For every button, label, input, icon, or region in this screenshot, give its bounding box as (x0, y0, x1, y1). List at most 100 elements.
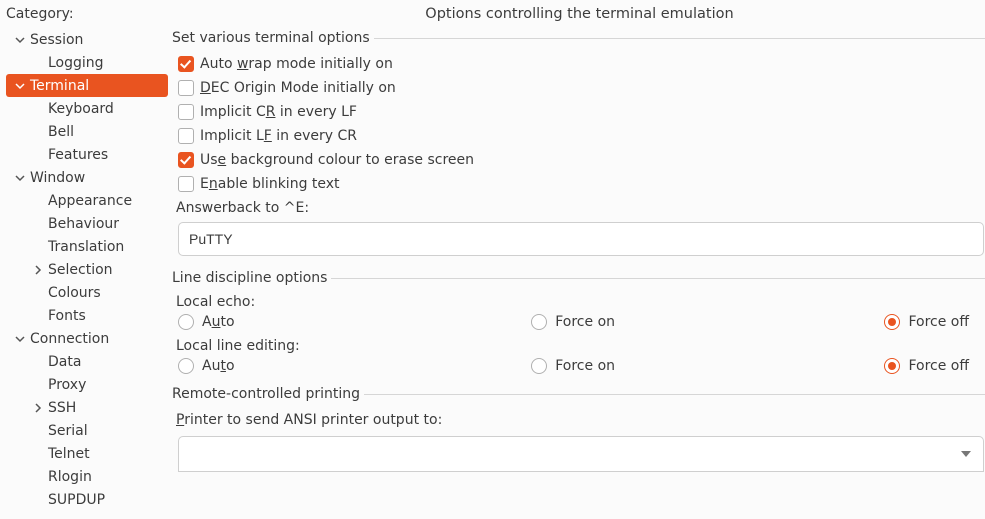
group-terminal-options: Set various terminal options Auto wrap m… (174, 30, 985, 264)
local-line-editing-option[interactable]: Auto (178, 358, 531, 374)
tree-item-label-window: Window (28, 170, 85, 186)
tree-item-appearance[interactable]: Appearance (0, 189, 168, 212)
radio-label: Force on (555, 358, 615, 374)
chevron-right-icon[interactable] (30, 265, 46, 275)
tree-item-keyboard[interactable]: Keyboard (0, 97, 168, 120)
local-echo-option[interactable]: Force off (884, 314, 985, 330)
tree-item-label-telnet: Telnet (46, 446, 90, 462)
radio-label: Auto (202, 358, 235, 374)
tree-item-label-connection: Connection (28, 331, 109, 347)
local-line-editing-radio-group: Auto Force on Force off (174, 356, 985, 380)
answerback-input[interactable] (178, 222, 984, 256)
checkbox[interactable] (178, 128, 194, 144)
group-line-discipline: Line discipline options Local echo: Auto… (174, 270, 985, 380)
checkbox[interactable] (178, 152, 194, 168)
group-line-discipline-legend: Line discipline options (172, 270, 331, 286)
category-tree: Session Logging Terminal Keyboard Bell Featur… (0, 24, 168, 511)
tree-item-label-features: Features (46, 147, 108, 163)
tree-item-session[interactable]: Session (0, 28, 168, 51)
tree-item-label-terminal: Terminal (28, 78, 89, 94)
checkbox-label: Implicit LF in every CR (200, 128, 357, 144)
group-remote-printing-legend: Remote-controlled printing (172, 386, 364, 402)
tree-item-label-data: Data (46, 354, 81, 370)
tree-item-behaviour[interactable]: Behaviour (0, 212, 168, 235)
group-terminal-options-legend: Set various terminal options (172, 30, 374, 46)
tree-item-label-proxy: Proxy (46, 377, 86, 393)
tree-item-window[interactable]: Window (0, 166, 168, 189)
radio-button[interactable] (178, 358, 194, 374)
printer-label: Printer to send ANSI printer output to: (174, 408, 985, 432)
tree-item-fonts[interactable]: Fonts (0, 304, 168, 327)
radio-button[interactable] (884, 314, 900, 330)
tree-item-label-translation: Translation (46, 239, 124, 255)
tree-item-proxy[interactable]: Proxy (0, 373, 168, 396)
panel-title: Options controlling the terminal emulati… (174, 4, 985, 30)
tree-item-supdup[interactable]: SUPDUP (0, 488, 168, 511)
tree-item-serial[interactable]: Serial (0, 419, 168, 442)
tree-item-telnet[interactable]: Telnet (0, 442, 168, 465)
tree-item-label-supdup: SUPDUP (46, 492, 105, 508)
chevron-down-icon[interactable] (12, 334, 28, 344)
checkbox-row: Auto wrap mode initially on (174, 52, 985, 76)
settings-panel: Options controlling the terminal emulati… (168, 0, 985, 519)
local-line-editing-option[interactable]: Force off (884, 358, 985, 374)
tree-item-label-ssh: SSH (46, 400, 76, 416)
tree-item-ssh[interactable]: SSH (0, 396, 168, 419)
checkbox[interactable] (178, 56, 194, 72)
checkbox-row: Implicit CR in every LF (174, 100, 985, 124)
tree-item-translation[interactable]: Translation (0, 235, 168, 258)
checkbox-row: Implicit LF in every CR (174, 124, 985, 148)
tree-item-selection[interactable]: Selection (0, 258, 168, 281)
local-echo-option[interactable]: Force on (531, 314, 884, 330)
tree-item-data[interactable]: Data (0, 350, 168, 373)
category-sidebar: Category: Session Logging Terminal Keyboard… (0, 0, 168, 519)
radio-label: Force on (555, 314, 615, 330)
chevron-down-icon[interactable] (12, 35, 28, 45)
chevron-down-icon[interactable] (12, 81, 28, 91)
radio-button[interactable] (178, 314, 194, 330)
tree-item-colours[interactable]: Colours (0, 281, 168, 304)
checkbox-row: Use background colour to erase screen (174, 148, 985, 172)
tree-item-label-behaviour: Behaviour (46, 216, 119, 232)
radio-label: Force off (908, 314, 969, 330)
radio-label: Auto (202, 314, 235, 330)
group-remote-printing: Remote-controlled printing Printer to se… (174, 386, 985, 472)
local-line-editing-option[interactable]: Force on (531, 358, 884, 374)
checkbox[interactable] (178, 104, 194, 120)
category-heading: Category: (0, 4, 168, 24)
checkbox-label: Enable blinking text (200, 176, 340, 192)
tree-item-bell[interactable]: Bell (0, 120, 168, 143)
checkbox-label: Auto wrap mode initially on (200, 56, 393, 72)
tree-item-label-logging: Logging (46, 55, 104, 71)
checkbox[interactable] (178, 176, 194, 192)
local-echo-radio-group: Auto Force on Force off (174, 312, 985, 336)
chevron-down-icon[interactable] (12, 173, 28, 183)
local-echo-label: Local echo: (174, 292, 985, 312)
radio-button[interactable] (531, 314, 547, 330)
tree-item-connection[interactable]: Connection (0, 327, 168, 350)
tree-item-label-colours: Colours (46, 285, 101, 301)
checkbox-label: Implicit CR in every LF (200, 104, 357, 120)
tree-item-label-keyboard: Keyboard (46, 101, 114, 117)
tree-item-logging[interactable]: Logging (0, 51, 168, 74)
answerback-label: Answerback to ^E: (174, 196, 985, 220)
checkbox-row: Enable blinking text (174, 172, 985, 196)
radio-button[interactable] (531, 358, 547, 374)
radio-label: Force off (908, 358, 969, 374)
tree-item-label-selection: Selection (46, 262, 113, 278)
checkbox[interactable] (178, 80, 194, 96)
tree-item-label-serial: Serial (46, 423, 88, 439)
local-echo-option[interactable]: Auto (178, 314, 531, 330)
printer-combobox[interactable] (178, 436, 984, 472)
tree-item-rlogin[interactable]: Rlogin (0, 465, 168, 488)
tree-item-label-appearance: Appearance (46, 193, 132, 209)
checkbox-label: DEC Origin Mode initially on (200, 80, 396, 96)
chevron-right-icon[interactable] (30, 403, 46, 413)
tree-item-features[interactable]: Features (0, 143, 168, 166)
tree-item-label-session: Session (28, 32, 83, 48)
checkbox-row: DEC Origin Mode initially on (174, 76, 985, 100)
radio-button[interactable] (884, 358, 900, 374)
tree-item-label-bell: Bell (46, 124, 74, 140)
tree-item-terminal[interactable]: Terminal (6, 74, 168, 97)
local-line-editing-label: Local line editing: (174, 336, 985, 356)
